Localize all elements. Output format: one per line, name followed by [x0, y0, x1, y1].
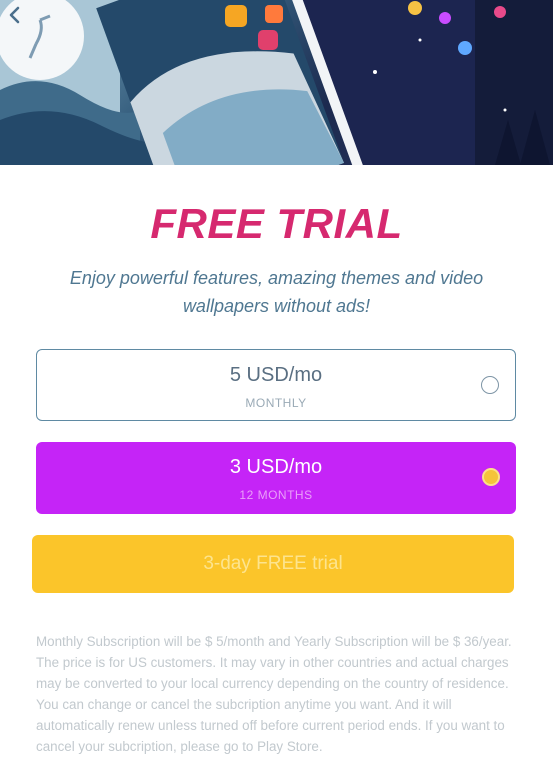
promo-subtitle: Enjoy powerful features, amazing themes … — [69, 268, 484, 316]
subscription-disclaimer: Monthly Subscription will be $ 5/month a… — [36, 634, 512, 754]
plan-price: 5 USD/mo — [229, 364, 323, 386]
radio-unselected-icon[interactable] — [481, 376, 499, 394]
free-trial-button[interactable]: 3-day FREE trial — [32, 535, 514, 593]
promo-title: FREE TRIAL — [150, 200, 403, 247]
plan-option-monthly[interactable]: 5 USD/mo MONTHLY — [36, 349, 516, 421]
plan-price: 3 USD/mo — [229, 456, 323, 478]
back-arrow-icon — [9, 6, 20, 24]
plan-option-yearly[interactable]: 3 USD/mo 12 MONTHS — [36, 442, 516, 514]
plan-period: MONTHLY — [245, 396, 307, 410]
hero-artwork — [0, 0, 553, 165]
back-button[interactable] — [4, 4, 44, 44]
hero-banner — [0, 0, 553, 165]
plan-period: 12 MONTHS — [239, 488, 313, 502]
radio-selected-icon[interactable] — [482, 468, 500, 486]
